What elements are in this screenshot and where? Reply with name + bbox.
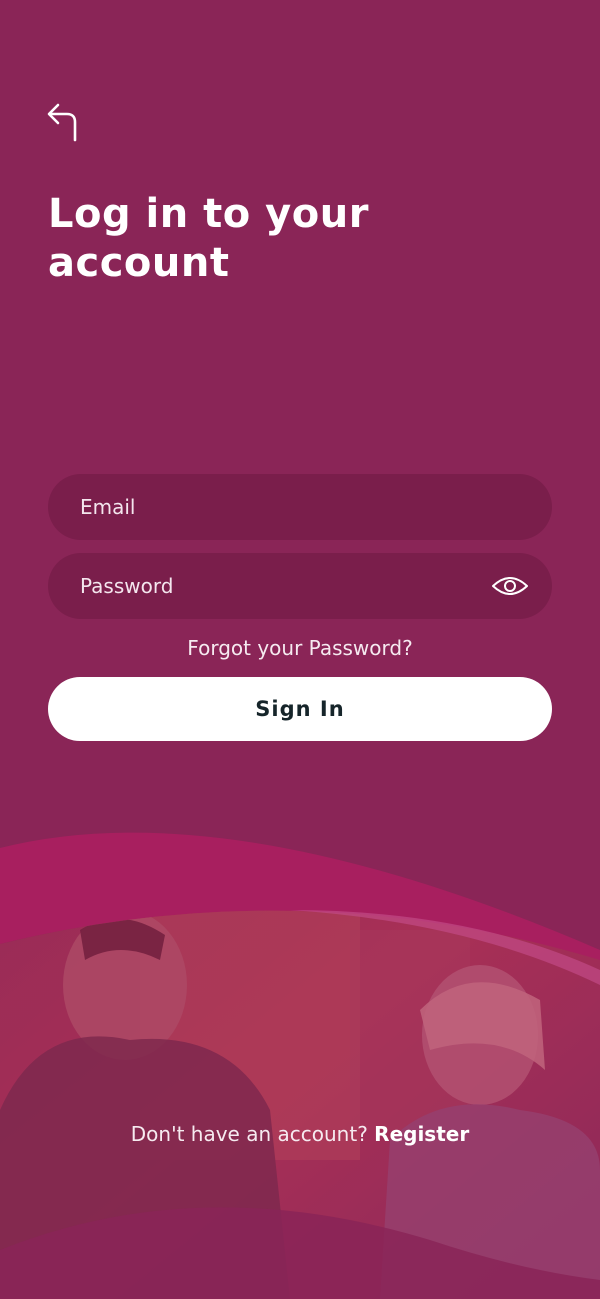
email-field[interactable] [80,495,520,519]
register-prompt: Don't have an account? [130,1122,368,1146]
back-button[interactable] [44,100,84,144]
register-link[interactable]: Register [374,1122,469,1146]
register-row: Don't have an account? Register [0,1122,600,1146]
background-photo [0,832,600,1299]
show-password-toggle[interactable] [490,572,530,600]
email-field-container [48,474,552,540]
back-arrow-icon [44,100,80,146]
eye-icon [492,577,528,595]
page-title: Log in to your account [48,191,369,286]
login-screen: Log in to your account Forgot your Passw… [0,0,600,1299]
password-field[interactable] [80,574,490,598]
password-field-container [48,553,552,619]
forgot-password-link[interactable]: Forgot your Password? [0,636,600,660]
sign-in-button[interactable]: Sign In [48,677,552,741]
